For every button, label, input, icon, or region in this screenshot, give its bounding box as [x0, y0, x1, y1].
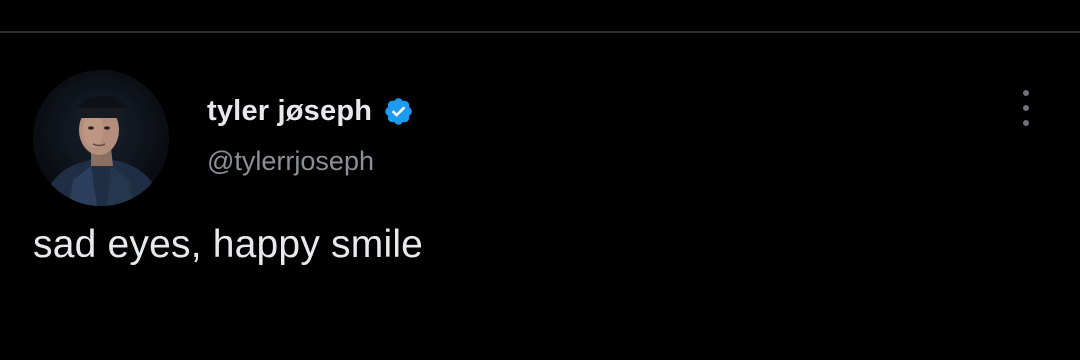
verified-badge-icon	[383, 96, 414, 127]
display-name[interactable]: tyler jøseph	[207, 95, 372, 128]
more-options-button[interactable]	[1008, 88, 1044, 128]
avatar[interactable]	[33, 70, 169, 206]
author-handle[interactable]: @tylerrjoseph	[207, 146, 374, 177]
more-vertical-icon	[1023, 105, 1029, 111]
more-vertical-icon	[1023, 120, 1029, 126]
author-name-row[interactable]: tyler jøseph	[207, 93, 414, 129]
tweet-text: sad eyes, happy smile	[33, 223, 424, 266]
more-vertical-icon	[1023, 90, 1029, 96]
profile-photo	[33, 70, 169, 206]
top-divider	[0, 31, 1080, 33]
